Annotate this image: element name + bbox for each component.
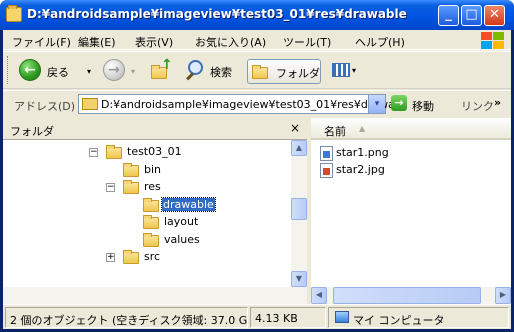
status-size: 4.13 KB bbox=[250, 307, 326, 328]
folder-icon bbox=[143, 233, 159, 247]
file-item-star2[interactable]: star2.jpg bbox=[320, 162, 400, 178]
collapse-toggle[interactable]: − bbox=[106, 183, 115, 192]
window-title: D:¥androidsample¥imageview¥test03_01¥res… bbox=[27, 7, 407, 21]
back-arrow-icon: ← bbox=[19, 59, 41, 81]
folder-icon bbox=[6, 5, 22, 22]
forward-button[interactable]: → bbox=[103, 59, 125, 81]
address-label: アドレス(D) bbox=[14, 100, 76, 113]
png-file-icon bbox=[320, 146, 333, 161]
scroll-left-button[interactable]: ◀ bbox=[311, 287, 327, 304]
toolbar-grip[interactable] bbox=[7, 56, 10, 84]
tree-item-label: res bbox=[144, 180, 161, 193]
scroll-thumb[interactable] bbox=[333, 287, 481, 304]
menu-edit[interactable]: 編集(E) bbox=[78, 34, 116, 50]
folder-tree: − test03_01 bin − res drawable layout va… bbox=[3, 140, 291, 287]
tree-item-test03_01[interactable]: − test03_01 bbox=[89, 144, 209, 160]
status-bar: 2 個のオブジェクト (空きディスク領域: 37.0 GB) 4.13 KB マ… bbox=[3, 304, 511, 329]
links-more-button[interactable]: » bbox=[494, 96, 501, 109]
views-button[interactable]: ▾ bbox=[328, 60, 362, 82]
menu-tools[interactable]: ツール(T) bbox=[283, 34, 331, 50]
up-folder-button[interactable]: ↑ bbox=[149, 57, 173, 83]
address-field[interactable]: D:¥androidsample¥imageview¥test03_01¥res… bbox=[78, 94, 402, 114]
folder-icon bbox=[123, 180, 139, 194]
my-computer-icon bbox=[335, 311, 349, 323]
tree-item-label: bin bbox=[144, 163, 162, 176]
name-column-label: 名前 bbox=[324, 125, 346, 138]
file-item-star1[interactable]: star1.png bbox=[320, 145, 400, 161]
tree-item-label: test03_01 bbox=[127, 145, 182, 158]
tree-item-res[interactable]: − res bbox=[106, 179, 186, 195]
window-body: ファイル(F) 編集(E) 表示(V) お気に入り(A) ツール(T) ヘルプ(… bbox=[3, 30, 511, 329]
tree-item-drawable[interactable]: drawable bbox=[126, 197, 226, 213]
views-icon bbox=[332, 63, 350, 77]
tree-item-label: values bbox=[164, 233, 200, 246]
list-horizontal-scrollbar[interactable]: ◀ ▶ bbox=[311, 287, 511, 304]
file-list-pane: 名前 ▲ star1.png star2.jpg ◀ ▶ bbox=[311, 118, 511, 304]
folders-pane-title: フォルダ bbox=[10, 125, 54, 138]
tree-item-label: layout bbox=[164, 215, 199, 228]
tree-item-bin[interactable]: bin bbox=[106, 162, 186, 178]
windows-logo-icon bbox=[479, 31, 505, 49]
collapse-toggle[interactable]: − bbox=[89, 148, 98, 157]
folders-pane-close-button[interactable]: × bbox=[290, 121, 300, 135]
title-bar[interactable]: D:¥androidsample¥imageview¥test03_01¥res… bbox=[0, 0, 514, 30]
folder-open-icon bbox=[143, 198, 159, 212]
expand-toggle[interactable]: + bbox=[106, 253, 115, 262]
close-button[interactable]: ✕ bbox=[484, 5, 505, 26]
tree-item-layout[interactable]: layout bbox=[126, 214, 216, 230]
folder-icon bbox=[82, 98, 98, 110]
folders-icon bbox=[252, 65, 268, 79]
status-object-count: 2 個のオブジェクト (空きディスク領域: 37.0 GB) bbox=[5, 307, 248, 328]
menu-file[interactable]: ファイル(F) bbox=[12, 34, 71, 50]
sort-ascending-icon: ▲ bbox=[359, 124, 366, 133]
scroll-up-button[interactable]: ▲ bbox=[291, 140, 307, 156]
tree-item-label: drawable bbox=[161, 197, 216, 212]
minimize-button[interactable]: _ bbox=[438, 5, 459, 26]
address-bar: アドレス(D) D:¥androidsample¥imageview¥test0… bbox=[3, 90, 511, 116]
folders-button[interactable]: フォルダ bbox=[247, 59, 321, 84]
scroll-right-button[interactable]: ▶ bbox=[495, 287, 511, 304]
address-dropdown-button[interactable]: ▾ bbox=[368, 95, 385, 113]
content-area: フォルダ × − test03_01 bin − res drawable la… bbox=[3, 118, 511, 304]
name-column-header[interactable]: 名前 ▲ bbox=[311, 118, 511, 140]
maximize-button[interactable]: □ bbox=[461, 5, 482, 26]
explorer-window: D:¥androidsample¥imageview¥test03_01¥res… bbox=[0, 0, 514, 332]
file-name: star2.jpg bbox=[336, 163, 385, 176]
tree-item-label: src bbox=[144, 250, 161, 263]
menu-bar: ファイル(F) 編集(E) 表示(V) お気に入り(A) ツール(T) ヘルプ(… bbox=[3, 30, 511, 50]
links-label[interactable]: リンク bbox=[461, 98, 494, 114]
views-dropdown: ▾ bbox=[352, 66, 357, 75]
folder-icon bbox=[143, 215, 159, 229]
forward-dropdown[interactable]: ▾ bbox=[131, 67, 135, 76]
folders-pane-header: フォルダ × bbox=[3, 118, 307, 140]
scroll-thumb[interactable] bbox=[291, 198, 307, 220]
up-arrow-icon: ↑ bbox=[161, 57, 173, 73]
folders-label: フォルダ bbox=[276, 67, 320, 80]
menu-help[interactable]: ヘルプ(H) bbox=[355, 34, 405, 50]
tree-vertical-scrollbar[interactable]: ▲ ▼ bbox=[291, 140, 307, 304]
address-value[interactable]: D:¥androidsample¥imageview¥test03_01¥res… bbox=[101, 98, 402, 111]
standard-toolbar: ← 戻る ▾ → ▾ ↑ 検索 フォルダ ▾ bbox=[3, 51, 511, 89]
tree-horizontal-scrollbar[interactable] bbox=[3, 287, 291, 304]
menu-view[interactable]: 表示(V) bbox=[135, 34, 173, 50]
go-arrow-icon[interactable]: → bbox=[391, 95, 407, 111]
back-label: 戻る bbox=[47, 66, 69, 79]
file-name: star1.png bbox=[336, 146, 389, 159]
tree-item-values[interactable]: values bbox=[126, 232, 216, 248]
search-label: 検索 bbox=[210, 66, 232, 79]
jpg-file-icon bbox=[320, 163, 333, 178]
back-button[interactable]: ← 戻る bbox=[19, 59, 83, 83]
tree-item-src[interactable]: + src bbox=[106, 249, 186, 265]
folder-icon bbox=[106, 145, 122, 159]
folder-icon bbox=[123, 163, 139, 177]
status-location: マイ コンピュータ bbox=[328, 307, 509, 328]
status-location-label: マイ コンピュータ bbox=[353, 314, 445, 327]
menu-favorites[interactable]: お気に入り(A) bbox=[195, 34, 266, 50]
folder-icon bbox=[123, 250, 139, 264]
back-dropdown[interactable]: ▾ bbox=[87, 67, 91, 76]
go-button[interactable]: 移動 bbox=[412, 98, 434, 114]
scroll-down-button[interactable]: ▼ bbox=[291, 271, 307, 287]
search-button[interactable]: 検索 bbox=[186, 59, 244, 83]
